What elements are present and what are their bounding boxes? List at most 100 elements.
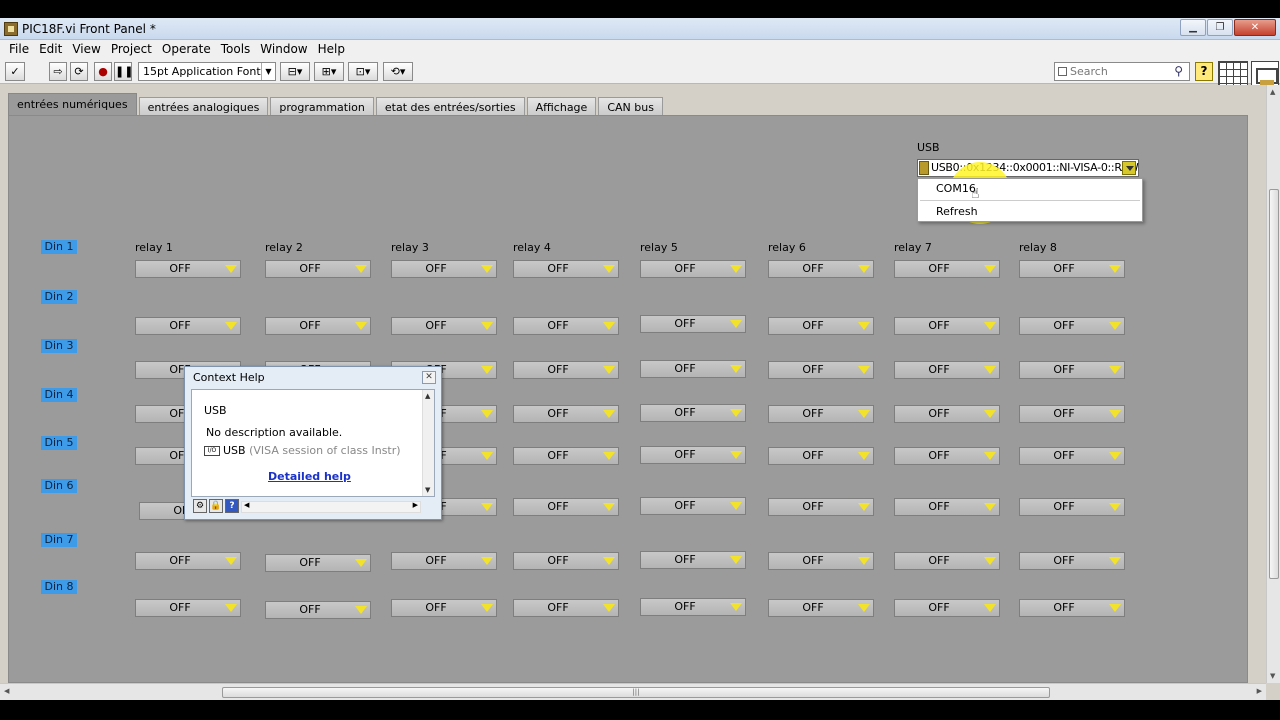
- help-question-icon[interactable]: ?: [225, 499, 239, 513]
- relay-ring-din7-relay8[interactable]: OFF: [1019, 552, 1125, 570]
- menu-edit[interactable]: Edit: [34, 40, 67, 59]
- dropdown-arrow-icon[interactable]: [481, 557, 493, 565]
- dropdown-arrow-icon[interactable]: [730, 451, 742, 459]
- relay-ring-din1-relay4[interactable]: OFF: [513, 260, 619, 278]
- dropdown-arrow-icon[interactable]: [730, 265, 742, 273]
- relay-ring-din5-relay7[interactable]: OFF: [894, 447, 1000, 465]
- align-objects-icon[interactable]: ⊟▾: [280, 62, 310, 81]
- relay-ring-din7-relay7[interactable]: OFF: [894, 552, 1000, 570]
- tab-4[interactable]: etat des entrées/sorties: [375, 97, 525, 117]
- relay-ring-din1-relay5[interactable]: OFF: [640, 260, 746, 278]
- relay-ring-din8-relay1[interactable]: OFF: [135, 599, 241, 617]
- scroll-left-icon[interactable]: ◀: [244, 501, 249, 509]
- dropdown-arrow-icon[interactable]: [1109, 322, 1121, 330]
- relay-ring-din2-relay3[interactable]: OFF: [391, 317, 497, 335]
- context-help-button[interactable]: ?: [1195, 62, 1213, 81]
- dropdown-arrow-icon[interactable]: [1109, 366, 1121, 374]
- relay-ring-din1-relay6[interactable]: OFF: [768, 260, 874, 278]
- relay-ring-din3-relay5[interactable]: OFF: [640, 360, 746, 378]
- tab-3[interactable]: programmation: [270, 97, 374, 117]
- menu-project[interactable]: Project: [106, 40, 157, 59]
- menu-view[interactable]: View: [67, 40, 105, 59]
- dropdown-arrow-icon[interactable]: [481, 452, 493, 460]
- relay-ring-din2-relay4[interactable]: OFF: [513, 317, 619, 335]
- maximize-icon[interactable]: ❐: [1207, 19, 1233, 36]
- dropdown-arrow-icon[interactable]: [225, 322, 237, 330]
- dropdown-arrow-icon[interactable]: [984, 322, 996, 330]
- relay-ring-din4-relay4[interactable]: OFF: [513, 405, 619, 423]
- dropdown-arrow-icon[interactable]: [481, 322, 493, 330]
- relay-ring-din4-relay6[interactable]: OFF: [768, 405, 874, 423]
- relay-ring-din7-relay3[interactable]: OFF: [391, 552, 497, 570]
- search-input[interactable]: Search: [1070, 65, 1108, 78]
- help-horizontal-scrollbar[interactable]: ◀ ▶: [241, 501, 421, 513]
- dropdown-arrow-icon[interactable]: [1109, 557, 1121, 565]
- dropdown-arrow-icon[interactable]: [481, 410, 493, 418]
- vertical-scrollbar[interactable]: ▲ ▼: [1266, 85, 1280, 683]
- dropdown-arrow-icon[interactable]: [1109, 452, 1121, 460]
- dropdown-arrow-icon[interactable]: [603, 604, 615, 612]
- dropdown-arrow-icon[interactable]: [858, 410, 870, 418]
- dropdown-arrow-icon[interactable]: [984, 452, 996, 460]
- show-optional-terminals-icon[interactable]: ⚙: [193, 499, 207, 513]
- relay-ring-din7-relay2[interactable]: OFF: [265, 554, 371, 572]
- dropdown-arrow-icon[interactable]: [603, 265, 615, 273]
- font-selector[interactable]: 15pt Application Font ▼: [138, 62, 276, 81]
- relay-ring-din8-relay8[interactable]: OFF: [1019, 599, 1125, 617]
- relay-ring-din5-relay5[interactable]: OFF: [640, 446, 746, 464]
- dropdown-arrow-icon[interactable]: [730, 409, 742, 417]
- dropdown-arrow-icon[interactable]: [730, 365, 742, 373]
- dropdown-arrow-icon[interactable]: [355, 265, 367, 273]
- dropdown-arrow-icon[interactable]: [730, 320, 742, 328]
- dropdown-arrow-icon[interactable]: [481, 503, 493, 511]
- relay-ring-din7-relay4[interactable]: OFF: [513, 552, 619, 570]
- dropdown-arrow-icon[interactable]: [730, 556, 742, 564]
- dropdown-arrow-icon[interactable]: [858, 503, 870, 511]
- tab-5[interactable]: Affichage: [526, 97, 597, 117]
- dropdown-arrow-icon[interactable]: [355, 322, 367, 330]
- dropdown-arrow-icon[interactable]: [730, 603, 742, 611]
- relay-ring-din4-relay8[interactable]: OFF: [1019, 405, 1125, 423]
- relay-ring-din6-relay7[interactable]: OFF: [894, 498, 1000, 516]
- relay-ring-din2-relay5[interactable]: OFF: [640, 315, 746, 333]
- relay-ring-din2-relay6[interactable]: OFF: [768, 317, 874, 335]
- relay-ring-din5-relay4[interactable]: OFF: [513, 447, 619, 465]
- scroll-down-icon[interactable]: ▼: [1270, 672, 1275, 680]
- relay-ring-din1-relay3[interactable]: OFF: [391, 260, 497, 278]
- dropdown-arrow-icon[interactable]: [603, 557, 615, 565]
- dropdown-arrow-icon[interactable]: [481, 265, 493, 273]
- dropdown-arrow-icon[interactable]: [225, 265, 237, 273]
- tab-6[interactable]: CAN bus: [598, 97, 663, 117]
- menu-item-refresh[interactable]: Refresh: [936, 205, 978, 218]
- tab-2[interactable]: entrées analogiques: [138, 97, 269, 117]
- relay-ring-din5-relay8[interactable]: OFF: [1019, 447, 1125, 465]
- dropdown-arrow-icon[interactable]: [858, 604, 870, 612]
- dropdown-arrow-icon[interactable]: [858, 366, 870, 374]
- relay-ring-din4-relay5[interactable]: OFF: [640, 404, 746, 422]
- detailed-help-link[interactable]: Detailed help: [268, 470, 351, 483]
- relay-ring-din6-relay8[interactable]: OFF: [1019, 498, 1125, 516]
- dropdown-arrow-icon[interactable]: [225, 604, 237, 612]
- relay-ring-din8-relay3[interactable]: OFF: [391, 599, 497, 617]
- relay-ring-din6-relay4[interactable]: OFF: [513, 498, 619, 516]
- relay-ring-din6-relay6[interactable]: OFF: [768, 498, 874, 516]
- dropdown-arrow-icon[interactable]: [603, 452, 615, 460]
- chevron-down-icon[interactable]: [1122, 161, 1136, 175]
- menu-tools[interactable]: Tools: [216, 40, 256, 59]
- dropdown-arrow-icon[interactable]: [603, 503, 615, 511]
- distribute-objects-icon[interactable]: ⊞▾: [314, 62, 344, 81]
- relay-ring-din8-relay7[interactable]: OFF: [894, 599, 1000, 617]
- relay-ring-din3-relay6[interactable]: OFF: [768, 361, 874, 379]
- dropdown-arrow-icon[interactable]: [603, 410, 615, 418]
- dropdown-arrow-icon[interactable]: [858, 322, 870, 330]
- dropdown-arrow-icon[interactable]: [1109, 503, 1121, 511]
- relay-ring-din6-relay5[interactable]: OFF: [640, 497, 746, 515]
- dropdown-arrow-icon[interactable]: [984, 366, 996, 374]
- search-box[interactable]: Search ⚲: [1054, 62, 1190, 81]
- abort-icon[interactable]: ●: [94, 62, 112, 81]
- run-check-icon[interactable]: ✓: [5, 62, 25, 81]
- dropdown-arrow-icon[interactable]: [1109, 604, 1121, 612]
- dropdown-arrow-icon[interactable]: [1109, 410, 1121, 418]
- horizontal-scrollbar[interactable]: ◀ ||| ▶: [0, 683, 1266, 700]
- dropdown-arrow-icon[interactable]: [984, 604, 996, 612]
